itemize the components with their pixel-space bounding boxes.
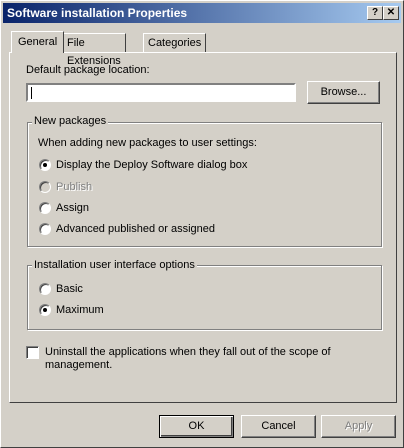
ok-button[interactable]: OK	[159, 415, 234, 438]
close-icon: ✕	[386, 7, 396, 18]
browse-button-label: Browse...	[320, 86, 367, 98]
radio-advanced[interactable]	[39, 223, 51, 235]
radio-display-deploy-dialog[interactable]	[39, 159, 51, 171]
new-packages-title: New packages	[32, 115, 109, 127]
location-input[interactable]	[26, 83, 296, 102]
radio-assign[interactable]	[39, 202, 51, 214]
ui-options-title: Installation user interface options	[32, 259, 197, 271]
cancel-button-label: Cancel	[261, 420, 296, 432]
window-title: Software installation Properties	[7, 6, 188, 20]
uninstall-checkbox[interactable]	[26, 346, 39, 359]
cancel-button[interactable]: Cancel	[241, 415, 316, 438]
tab-file-extensions[interactable]: File Extensions	[62, 33, 126, 67]
tab-categories-label: Categories	[148, 37, 202, 49]
browse-button[interactable]: Browse...	[307, 81, 380, 104]
radio-display-deploy-dialog-label: Display the Deploy Software dialog box	[56, 159, 248, 171]
uninstall-label-line2: management.	[45, 359, 113, 371]
help-icon: ?	[371, 7, 379, 18]
radio-maximum-label: Maximum	[56, 304, 104, 316]
location-label: Default package location:	[26, 64, 150, 76]
radio-publish[interactable]	[39, 181, 51, 193]
uninstall-label-line1: Uninstall the applications when they fal…	[45, 346, 331, 358]
tab-general-label: General	[18, 36, 58, 48]
apply-button-label: Apply	[344, 420, 373, 432]
radio-basic-label: Basic	[56, 283, 83, 295]
radio-basic[interactable]	[39, 283, 51, 295]
help-button[interactable]: ?	[367, 6, 383, 20]
radio-advanced-label: Advanced published or assigned	[56, 223, 216, 235]
title-bar: Software installation Properties ? ✕	[3, 3, 401, 23]
tab-general[interactable]: General	[11, 31, 65, 53]
close-button[interactable]: ✕	[383, 6, 399, 20]
ui-options-group	[27, 265, 382, 330]
radio-publish-label: Publish	[56, 181, 93, 193]
radio-assign-label: Assign	[56, 202, 90, 214]
apply-button[interactable]: Apply	[321, 415, 396, 438]
new-packages-prompt: When adding new packages to user setting…	[38, 137, 257, 149]
ok-button-label: OK	[188, 420, 205, 432]
radio-maximum[interactable]	[39, 304, 51, 316]
text-caret	[31, 87, 32, 99]
properties-dialog: Software installation Properties ? ✕ Gen…	[0, 0, 404, 448]
tab-categories[interactable]: Categories	[143, 33, 207, 52]
